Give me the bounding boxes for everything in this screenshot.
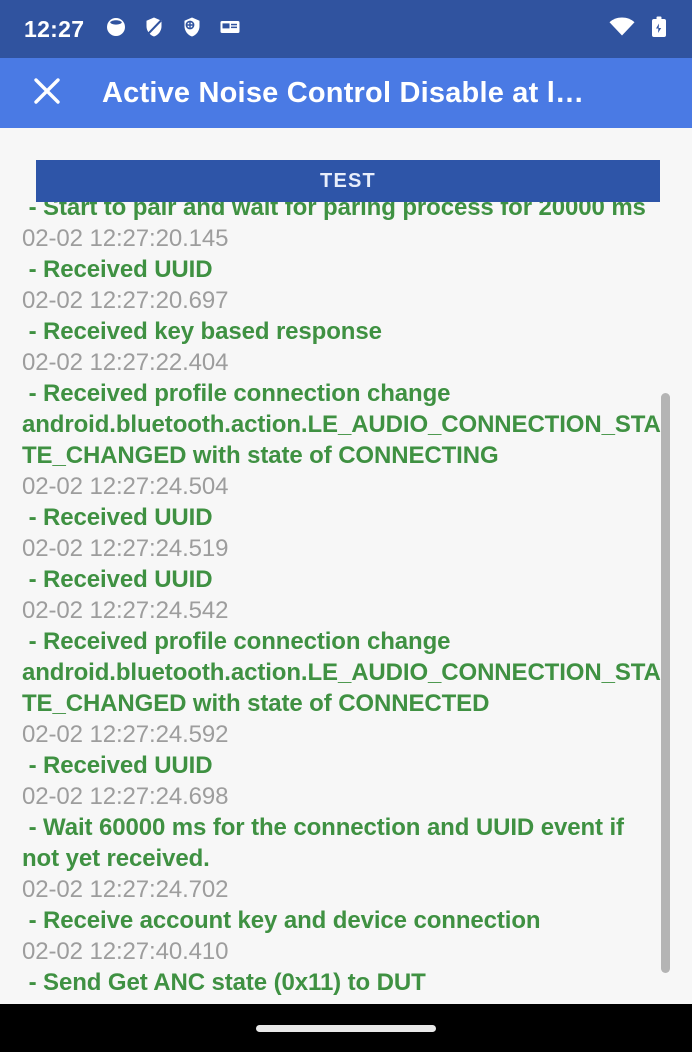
log-message: - Send Get ANC state (0x11) to DUT [22,969,426,996]
notification-card-icon [218,15,242,44]
scrollbar-thumb[interactable] [661,393,670,973]
log-message: - Received UUID [22,752,213,779]
log-timestamp: 02-02 12:27:24.504 [22,473,229,500]
log-message: - Received profile connection change and… [22,628,661,717]
page-title: Active Noise Control Disable at l… [102,76,585,109]
log-timestamp: 02-02 12:27:24.542 [22,597,229,624]
log-timestamp: 02-02 12:27:24.519 [22,535,229,562]
log-timestamp: 02-02 12:27:40.410 [22,938,229,965]
log-list: - Start to pair and wait for paring proc… [0,128,672,1004]
navigation-bar [0,1004,692,1052]
notification-shield-globe-icon [180,15,204,44]
phone-screen: 12:27 Active Noise Control Disable at l…… [0,0,692,1052]
log-timestamp: 02-02 12:27:22.404 [22,349,229,376]
close-icon [30,74,64,113]
log-timestamp: 02-02 12:27:24.698 [22,783,229,810]
log-message: - Received UUID [22,504,213,531]
log-timestamp: 02-02 12:27:24.702 [22,876,229,903]
log-message: - Received UUID [22,566,213,593]
content-area: - Start to pair and wait for paring proc… [0,128,692,1004]
log-message: - Receive account key and device connect… [22,907,541,934]
status-clock: 12:27 [24,15,85,42]
log-timestamp: 02-02 12:27:40.582 [22,998,662,1004]
notification-rounded-icon [104,15,128,44]
log-message: - Received key based response [22,318,382,345]
log-message: - Wait 60000 ms for the connection and U… [22,814,631,872]
home-gesture-handle[interactable] [256,1024,436,1032]
status-bar-left: 12:27 [24,15,242,44]
log-timestamp: 02-02 12:27:20.697 [22,287,229,314]
log-scroll-viewport[interactable]: - Start to pair and wait for paring proc… [0,128,692,1004]
wifi-icon [608,16,636,43]
log-timestamp: 02-02 12:27:20.145 [22,225,229,252]
log-timestamp: 02-02 12:27:24.592 [22,721,229,748]
log-message: - Received UUID [22,256,213,283]
app-bar: Active Noise Control Disable at l… [0,58,692,128]
notification-shield-slash-icon [142,15,166,44]
log-message: - Received profile connection change and… [22,380,661,469]
close-button[interactable] [26,72,68,114]
status-bar-right [608,15,668,44]
battery-icon [650,15,668,44]
test-button[interactable]: TEST [36,160,660,202]
status-bar: 12:27 [0,0,692,58]
